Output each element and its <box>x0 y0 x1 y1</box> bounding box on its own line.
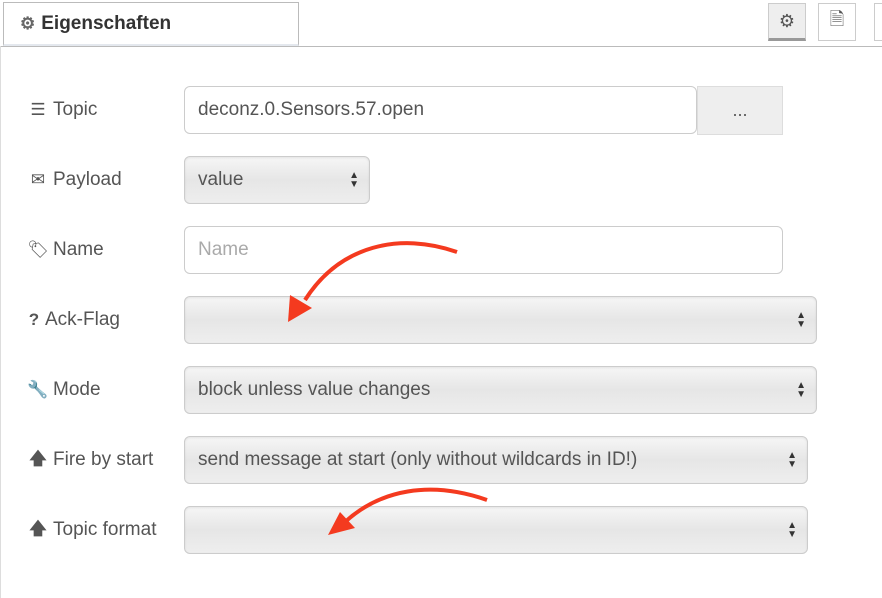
gear-icon: ⚙ <box>778 10 796 31</box>
tab-bar: ⚙ Eigenschaften ⚙ 🗎 ⌶ <box>0 0 882 47</box>
label: Topic <box>53 99 98 120</box>
name-label: 🏷 Name <box>27 226 104 274</box>
topic-value: deconz.0.Sensors.57.open <box>198 99 425 120</box>
tab-eigenschaften[interactable]: ⚙ Eigenschaften <box>3 2 299 46</box>
topic-label: ☰ Topic <box>27 86 97 134</box>
fire-by-start-label: 🡅 Fire by start <box>27 436 153 484</box>
server-icon: ☰ <box>30 100 46 119</box>
payload-label: ✉ Payload <box>27 156 122 204</box>
payload-select[interactable]: value ▲ ▼ <box>184 156 370 204</box>
tag-icon: 🏷 <box>27 240 49 259</box>
select-caret-icon: ▲ ▼ <box>796 310 806 330</box>
mode-label: 🔧 Mode <box>27 366 101 414</box>
topic-format-select[interactable]: ▲ ▼ <box>184 506 808 554</box>
label: Topic format <box>53 519 157 540</box>
label: Ack-Flag <box>45 309 120 330</box>
wrench-icon: 🔧 <box>27 380 49 399</box>
topic-input[interactable]: deconz.0.Sensors.57.open <box>184 86 697 134</box>
document-icon: 🗎 <box>829 9 845 29</box>
select-caret-icon: ▲ ▼ <box>349 170 359 190</box>
name-placeholder: Name <box>198 239 249 260</box>
payload-value: value <box>198 169 244 190</box>
label: Fire by start <box>53 449 154 470</box>
fire-by-start-select[interactable]: send message at start (only without wild… <box>184 436 808 484</box>
browse-button[interactable]: ... <box>697 86 783 135</box>
label: Mode <box>53 379 101 400</box>
envelope-icon: ✉ <box>30 170 46 189</box>
appearance-button[interactable]: ⌶ <box>874 3 882 41</box>
fire-by-start-value: send message at start (only without wild… <box>198 449 638 470</box>
properties-button[interactable]: ⚙ <box>768 3 806 41</box>
select-caret-icon: ▲ ▼ <box>787 520 797 540</box>
ack-flag-select[interactable]: ▲ ▼ <box>184 296 817 344</box>
label: Payload <box>53 169 122 190</box>
tab-label: Eigenschaften <box>41 12 172 34</box>
ack-flag-label: ? Ack-Flag <box>27 296 120 344</box>
question-icon: ? <box>28 310 40 329</box>
description-button[interactable]: 🗎 <box>818 3 856 41</box>
divider <box>0 46 1 598</box>
mode-select[interactable]: block unless value changes ▲ ▼ <box>184 366 817 414</box>
select-caret-icon: ▲ ▼ <box>787 450 797 470</box>
label: Name <box>53 239 104 260</box>
select-caret-icon: ▲ ▼ <box>796 380 806 400</box>
topic-format-label: 🡅 Topic format <box>27 506 156 554</box>
gear-icon: ⚙ <box>20 13 36 33</box>
mode-value: block unless value changes <box>198 379 431 400</box>
arrow-up-icon: 🡅 <box>29 448 47 468</box>
name-input[interactable]: Name <box>184 226 783 274</box>
arrow-up-icon: 🡅 <box>29 518 47 538</box>
